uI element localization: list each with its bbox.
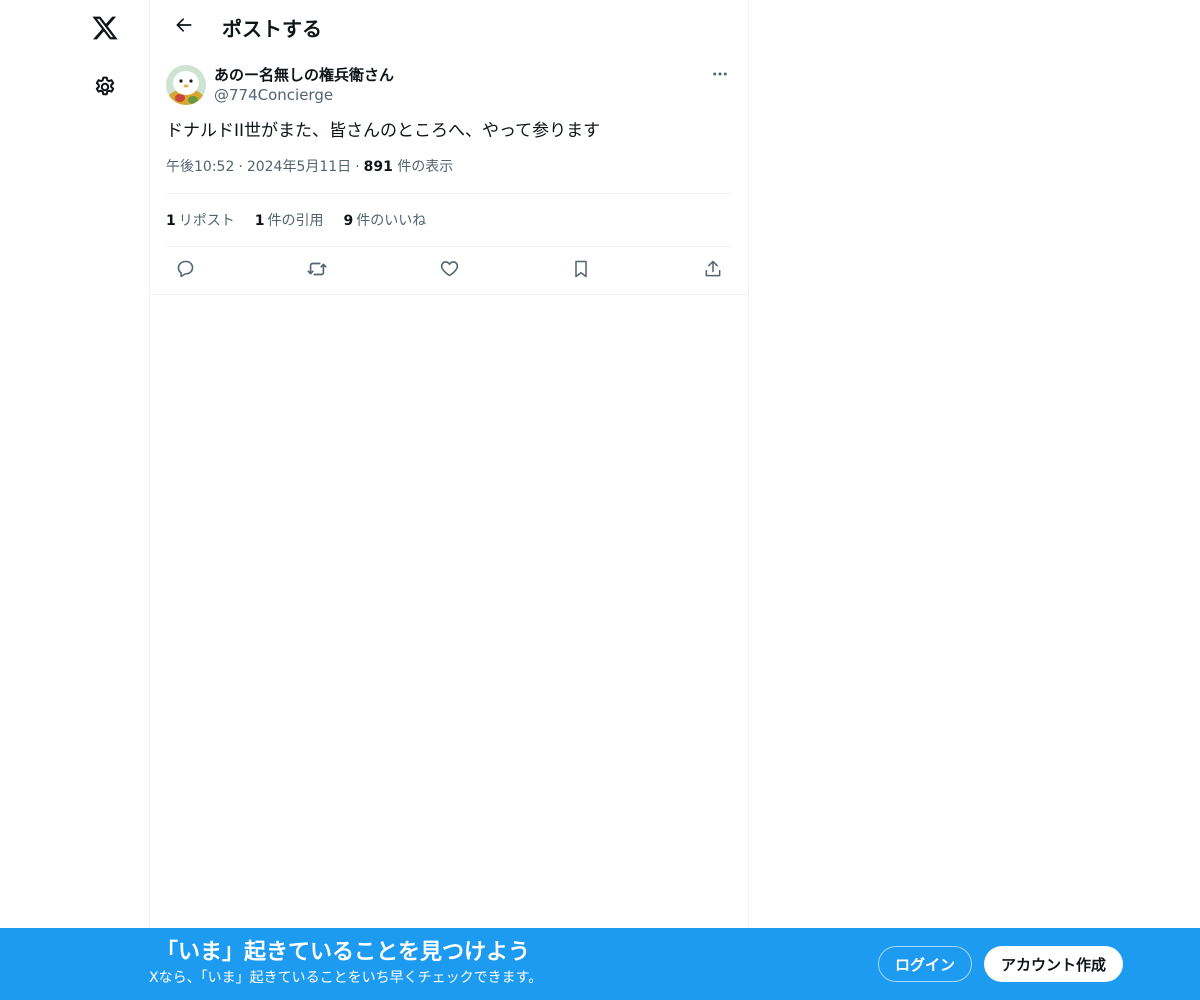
repost-button[interactable] — [300, 254, 334, 288]
more-options-button[interactable] — [708, 64, 732, 88]
views-label: 件の表示 — [397, 159, 454, 175]
page-header: ポストする — [150, 0, 748, 54]
likes-label: 件のいいね — [356, 213, 427, 229]
banner-subtitle: Xなら、「いま」起きていることをいち早くチェックできます。 — [149, 970, 543, 986]
stat-quotes[interactable]: 1 件の引用 — [255, 210, 324, 230]
views-count: 891 — [363, 159, 393, 175]
gear-icon[interactable] — [85, 67, 125, 107]
post-author-row: あのー名無しの権兵衛さん @774Concierge — [166, 54, 732, 105]
post-divider — [150, 294, 748, 295]
back-button[interactable] — [166, 9, 202, 45]
quotes-count: 1 — [254, 213, 265, 229]
post-time[interactable]: 午後10:52 — [166, 159, 234, 175]
bookmark-button[interactable] — [564, 254, 598, 288]
stat-reposts[interactable]: 1 リポスト — [166, 210, 235, 230]
signup-button[interactable]: アカウント作成 — [984, 946, 1123, 982]
meta-separator: · — [355, 159, 360, 175]
post-date[interactable]: 2024年5月11日 — [247, 159, 351, 175]
reply-icon — [175, 258, 196, 283]
banner-title: 「いま」起きていることを見つけよう — [156, 940, 531, 965]
author-name[interactable]: あのー名無しの権兵衛さん — [214, 65, 394, 85]
likes-count: 9 — [343, 213, 354, 229]
stat-likes[interactable]: 9 件のいいね — [344, 210, 427, 230]
login-button[interactable]: ログイン — [878, 946, 972, 982]
meta-separator: · — [238, 159, 243, 175]
main-column: ポストする あのー名無しの権兵衛さん @774Concierge ドナルドII世… — [149, 0, 749, 1000]
author-info: あのー名無しの権兵衛さん @774Concierge — [214, 65, 394, 105]
reposts-label: リポスト — [178, 213, 235, 229]
page-title: ポストする — [222, 16, 322, 41]
x-logo-icon[interactable] — [85, 8, 125, 48]
heart-icon — [439, 258, 460, 283]
side-nav — [0, 0, 150, 1000]
bookmark-icon — [571, 259, 591, 283]
share-button[interactable] — [696, 254, 730, 288]
quotes-label: 件の引用 — [267, 213, 324, 229]
post: あのー名無しの権兵衛さん @774Concierge ドナルドII世がまた、皆さ… — [150, 54, 748, 294]
reply-button[interactable] — [168, 254, 202, 288]
post-stats: 1 リポスト 1 件の引用 9 件のいいね — [166, 194, 732, 247]
like-button[interactable] — [432, 254, 466, 288]
post-meta: 午後10:52 · 2024年5月11日 · 891 件の表示 — [166, 157, 732, 194]
app-root: ポストする あのー名無しの権兵衛さん @774Concierge ドナルドII世… — [0, 0, 1200, 1000]
reposts-count: 1 — [166, 213, 176, 229]
share-icon — [703, 259, 723, 283]
avatar[interactable] — [166, 65, 206, 105]
more-horizontal-icon — [711, 65, 729, 87]
post-actions — [166, 247, 732, 294]
repost-icon — [306, 258, 328, 284]
arrow-left-icon — [174, 15, 194, 39]
signup-banner: 「いま」起きていることを見つけよう Xなら、「いま」起きていることをいち早くチェ… — [0, 928, 1200, 1000]
post-text: ドナルドII世がまた、皆さんのところへ、やって参ります — [166, 121, 601, 141]
author-handle[interactable]: @774Concierge — [214, 85, 394, 105]
